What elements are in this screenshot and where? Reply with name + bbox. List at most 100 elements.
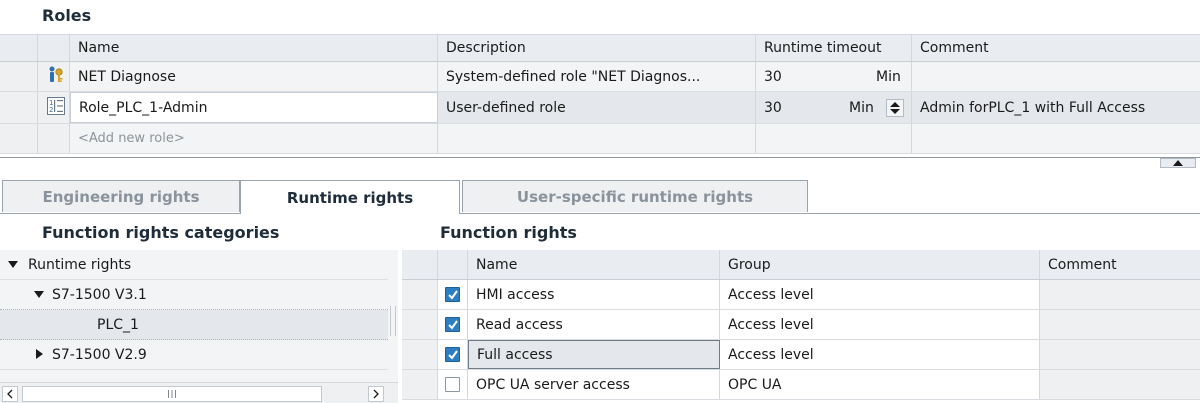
function-right-row[interactable]: Read access Access level: [402, 310, 1200, 340]
add-role-row[interactable]: <Add new role>: [0, 124, 1200, 154]
row-spacer: [0, 92, 38, 123]
svg-text:2: 2: [49, 106, 53, 114]
row-spacer: [0, 62, 38, 91]
row-spacer: [402, 370, 438, 399]
function-rights-table: Name Group Comment HMI access Access lev…: [402, 250, 1200, 403]
tree-label: S7-1500 V3.1: [52, 286, 147, 303]
function-rights-header-row: Name Group Comment: [402, 250, 1200, 280]
expand-right-icon[interactable]: [36, 347, 48, 363]
right-group: Access level: [720, 310, 1040, 339]
check-icon: [447, 319, 458, 330]
column-header-comment[interactable]: Comment: [912, 35, 1200, 61]
checkbox-checked[interactable]: [445, 287, 460, 302]
roles-header-row: Name Description Runtime timeout Comment: [0, 34, 1200, 62]
column-header-group[interactable]: Group: [720, 250, 1040, 279]
check-icon: [447, 349, 458, 360]
function-right-row-selected[interactable]: Full access Access level: [402, 340, 1200, 370]
role-name[interactable]: NET Diagnose: [70, 62, 438, 91]
scroll-thumb[interactable]: [22, 386, 322, 402]
timeout-unit: Min: [876, 68, 901, 85]
roles-title: Roles: [42, 6, 92, 25]
empty-cell: [756, 124, 912, 153]
tree-item-runtime-rights[interactable]: Runtime rights: [0, 250, 388, 280]
empty-cell: [912, 124, 1200, 153]
checkbox-unchecked[interactable]: [445, 377, 460, 392]
checkbox-checked[interactable]: [445, 317, 460, 332]
checkbox-cell[interactable]: [438, 280, 468, 309]
header-checkbox: [438, 250, 468, 279]
column-header-description[interactable]: Description: [438, 35, 756, 61]
right-name-focused: Full access: [468, 340, 720, 369]
role-comment[interactable]: Admin forPLC_1 with Full Access: [912, 92, 1200, 123]
tab-runtime-rights[interactable]: Runtime rights: [240, 180, 460, 214]
checkbox-cell[interactable]: [438, 310, 468, 339]
roles-table: Name Description Runtime timeout Comment…: [0, 34, 1200, 158]
row-icon-cell: [38, 124, 70, 153]
timeout-value: 30: [764, 68, 782, 85]
role-timeout[interactable]: 30 Min: [756, 62, 912, 91]
row-spacer: [402, 340, 438, 369]
tab-engineering-rights[interactable]: Engineering rights: [2, 180, 240, 212]
role-description[interactable]: User-defined role: [438, 92, 756, 123]
tree-item-plc-1-selected[interactable]: PLC_1: [0, 310, 388, 340]
expand-down-icon[interactable]: [34, 287, 46, 303]
tree-label: PLC_1: [97, 316, 139, 333]
timeout-unit: Min: [849, 99, 874, 116]
role-description[interactable]: System-defined role "NET Diagnos...: [438, 62, 756, 91]
role-row-selected[interactable]: 1 2 Role_PLC_1-Admin User-defined role 3…: [0, 92, 1200, 124]
right-comment[interactable]: [1040, 280, 1200, 309]
roles-header-select: [38, 35, 70, 61]
row-spacer: [0, 124, 38, 153]
column-header-name[interactable]: Name: [70, 35, 438, 61]
function-right-row[interactable]: HMI access Access level: [402, 280, 1200, 310]
right-group: OPC UA: [720, 370, 1040, 399]
panel-splitter[interactable]: [0, 157, 1200, 163]
right-comment[interactable]: [1040, 340, 1200, 369]
right-group: Access level: [720, 280, 1040, 309]
checkbox-cell[interactable]: [438, 370, 468, 399]
tree-item-s7-1500-v31[interactable]: S7-1500 V3.1: [0, 280, 388, 310]
function-rights-title: Function rights: [440, 223, 577, 242]
tree-label: Runtime rights: [28, 256, 132, 273]
tab-user-specific-runtime-rights[interactable]: User-specific runtime rights: [462, 180, 808, 212]
row-icon-cell: [38, 62, 70, 91]
user-role-icon: 1 2: [46, 96, 66, 120]
timeout-value: 30: [764, 99, 782, 116]
column-header-name[interactable]: Name: [468, 250, 720, 279]
right-group: Access level: [720, 340, 1040, 369]
right-name: HMI access: [468, 280, 720, 309]
categories-title: Function rights categories: [42, 223, 280, 242]
timeout-spinner[interactable]: [886, 99, 904, 117]
tree-label: S7-1500 V2.9: [52, 346, 147, 363]
system-role-icon: [46, 65, 66, 89]
grip-icon: [168, 390, 176, 398]
horizontal-scrollbar[interactable]: [0, 382, 398, 403]
checkbox-cell[interactable]: [438, 340, 468, 369]
spinner-up-down-icon: [890, 102, 900, 114]
right-name: OPC UA server access: [468, 370, 720, 399]
role-comment[interactable]: [912, 62, 1200, 91]
function-right-row[interactable]: OPC UA server access OPC UA: [402, 370, 1200, 400]
add-new-role-placeholder[interactable]: <Add new role>: [70, 124, 438, 153]
checkbox-checked[interactable]: [445, 347, 460, 362]
column-header-runtime-timeout[interactable]: Runtime timeout: [756, 35, 912, 61]
scroll-right-button[interactable]: [368, 386, 384, 402]
column-header-comment[interactable]: Comment: [1040, 250, 1200, 279]
header-spacer: [402, 250, 438, 279]
role-timeout[interactable]: 30 Min: [756, 92, 912, 123]
tree-item-s7-1500-v29[interactable]: S7-1500 V2.9: [0, 340, 388, 370]
row-spacer: [402, 280, 438, 309]
role-name-editing[interactable]: Role_PLC_1-Admin: [70, 92, 438, 123]
collapse-arrow-icon[interactable]: [1160, 158, 1196, 168]
roles-header-spacer: [0, 35, 38, 61]
empty-cell: [438, 124, 756, 153]
right-comment[interactable]: [1040, 370, 1200, 399]
expand-down-icon[interactable]: [8, 257, 20, 273]
role-row[interactable]: NET Diagnose System-defined role "NET Di…: [0, 62, 1200, 92]
scroll-left-button[interactable]: [2, 386, 18, 402]
right-name: Read access: [468, 310, 720, 339]
right-comment[interactable]: [1040, 310, 1200, 339]
check-icon: [447, 289, 458, 300]
tab-bar: Engineering rights Runtime rights User-s…: [0, 180, 1200, 214]
tree-vertical-grip[interactable]: [390, 306, 396, 336]
